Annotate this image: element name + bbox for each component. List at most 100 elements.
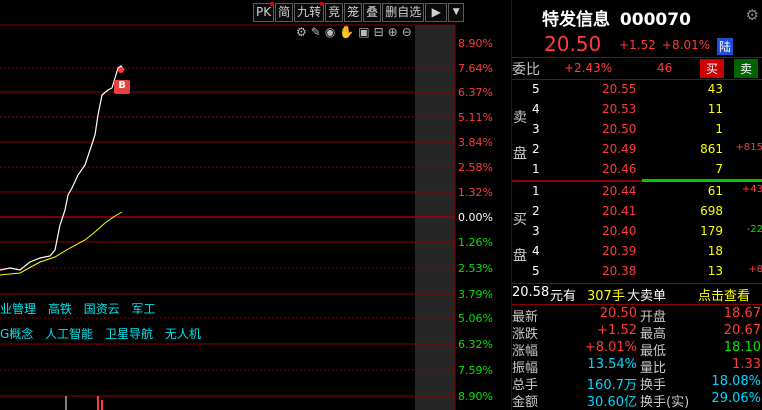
stat-value: 18.08%: [711, 374, 761, 389]
order-level-row[interactable]: 4 20.39 18: [512, 243, 762, 262]
order-volume: 179: [700, 224, 723, 238]
big-order-row: 20.58 元有 307手 大卖单 点击查看: [512, 285, 762, 304]
order-volume-change: +815: [735, 142, 762, 153]
concept-tag[interactable]: 业管理: [0, 302, 36, 316]
connect-badge: 陆: [717, 38, 734, 55]
zoom-in-icon[interactable]: ⊕: [388, 25, 398, 39]
chart-tools: ⚙ ✎ ◉ ✋ ▣ ⊟ ⊕ ⊖: [296, 25, 412, 39]
order-level: 1: [532, 184, 540, 198]
order-price: 20.53: [602, 102, 637, 116]
order-price: 20.49: [602, 142, 637, 156]
order-volume: 698: [700, 204, 723, 218]
order-volume: 1: [715, 122, 723, 136]
save-icon[interactable]: ▣: [358, 25, 369, 39]
order-level-row[interactable]: 5 20.38 13 +8: [512, 263, 762, 282]
zoom-out-icon[interactable]: ⊖: [402, 25, 412, 39]
order-level-row[interactable]: 2 20.49 861 +815: [512, 141, 762, 160]
pct-label: 1.26%: [458, 236, 493, 249]
stat-label: 换手(实): [640, 395, 690, 410]
pct-label: 6.32%: [458, 338, 493, 351]
order-volume: 7: [715, 162, 723, 176]
divider: [512, 79, 762, 80]
order-price: 20.39: [602, 244, 637, 258]
order-volume: 18: [707, 244, 723, 258]
order-volume: 861: [700, 142, 723, 156]
stat-value: 18.10: [723, 340, 761, 355]
order-level-row[interactable]: 5 20.55 43: [512, 81, 762, 100]
concept-tag[interactable]: 高铁: [48, 302, 72, 316]
divider: [512, 304, 762, 305]
order-volume-change: +43: [741, 184, 762, 195]
concept-tag[interactable]: 卫星导航: [105, 327, 153, 341]
order-level: 2: [532, 204, 540, 218]
stat-value: 20.50: [599, 306, 637, 321]
price-chart-svg: [0, 24, 456, 410]
pct-label: 3.84%: [458, 136, 493, 149]
order-price: 20.55: [602, 82, 637, 96]
percent-axis: 8.90% 7.64% 6.37% 5.11% 3.84% 2.58% 1.32…: [455, 0, 511, 410]
stat-value: 30.60亿: [586, 395, 637, 410]
order-volume: 11: [707, 102, 723, 116]
buy-button[interactable]: 买: [700, 59, 725, 78]
concept-tag[interactable]: 无人机: [165, 327, 201, 341]
order-price: 20.41: [602, 204, 637, 218]
settings-icon[interactable]: ⚙: [296, 25, 307, 39]
intraday-chart-panel[interactable]: PK 简 九转 竞 笼 叠 删自选 ▶ ▼ B ⚙ ✎ ◉ ✋ ▣ ⊟ ⊕ ⊖ …: [0, 0, 511, 410]
concept-tag[interactable]: 军工: [132, 302, 156, 316]
price-change: +1.52: [619, 38, 656, 52]
order-price: 20.38: [602, 264, 637, 278]
big-order-text: 大卖单: [627, 289, 667, 304]
divider: [512, 57, 762, 58]
stat-value: 18.67: [723, 306, 761, 321]
settings-icon[interactable]: ⚙: [746, 6, 759, 24]
stat-value: 1.33: [732, 357, 761, 372]
pct-label: 2.53%: [458, 262, 493, 275]
order-level: 4: [532, 244, 540, 258]
concept-tag[interactable]: 国资云: [84, 302, 120, 316]
order-ratio-row: 委比 +2.43% 46 买 卖: [512, 59, 762, 78]
pct-label: 3.79%: [458, 288, 493, 301]
price-change-pct: +8.01%: [662, 38, 711, 52]
pct-label: 5.06%: [458, 312, 493, 325]
price-line: [0, 65, 125, 271]
order-level-row[interactable]: 1 20.46 7: [512, 161, 762, 180]
concept-tag[interactable]: G概念: [0, 327, 33, 341]
order-level: 3: [532, 122, 540, 136]
pct-label: 5.11%: [458, 111, 493, 124]
sell-button[interactable]: 卖: [734, 59, 759, 78]
fold-icon[interactable]: ⊟: [374, 25, 384, 39]
order-ratio-label: 委比: [512, 62, 540, 78]
order-level-row[interactable]: 3 20.40 179 -22: [512, 223, 762, 242]
order-level-row[interactable]: 4 20.53 11: [512, 101, 762, 120]
order-price: 20.44: [602, 184, 637, 198]
stat-value: 20.67: [723, 323, 761, 338]
pct-label: 2.58%: [458, 161, 493, 174]
pct-label: 7.59%: [458, 364, 493, 377]
order-level-row[interactable]: 3 20.50 1: [512, 121, 762, 140]
hand-icon[interactable]: ✋: [339, 25, 354, 39]
view-big-order-link[interactable]: 点击查看: [698, 285, 750, 304]
book-balance-bar: [642, 179, 762, 182]
pct-label: 1.32%: [458, 186, 493, 199]
concept-tag[interactable]: 人工智能: [45, 327, 93, 341]
big-order-unit: 元有: [550, 289, 577, 304]
divider: [512, 283, 762, 284]
order-ratio-pct: +2.43%: [564, 61, 613, 75]
order-level-row[interactable]: 2 20.41 698: [512, 203, 762, 222]
order-level-row[interactable]: 1 20.44 61 +43: [512, 183, 762, 202]
pen-icon[interactable]: ✎: [311, 25, 321, 39]
order-level: 4: [532, 102, 540, 116]
stat-value: 29.06%: [711, 391, 761, 406]
order-price: 20.46: [602, 162, 637, 176]
stat-value: +1.52: [597, 323, 637, 338]
buy-marker-label: B: [118, 80, 126, 91]
order-level: 5: [532, 264, 540, 278]
stock-name: 特发信息: [542, 10, 610, 30]
buy-marker-dot: [118, 67, 124, 73]
order-ratio-diff: 46: [657, 61, 673, 75]
stat-value: 13.54%: [587, 357, 637, 372]
order-volume-change: -22: [746, 224, 762, 235]
eye-icon[interactable]: ◉: [325, 25, 335, 39]
order-level: 1: [532, 162, 540, 176]
pct-label: 7.64%: [458, 62, 493, 75]
